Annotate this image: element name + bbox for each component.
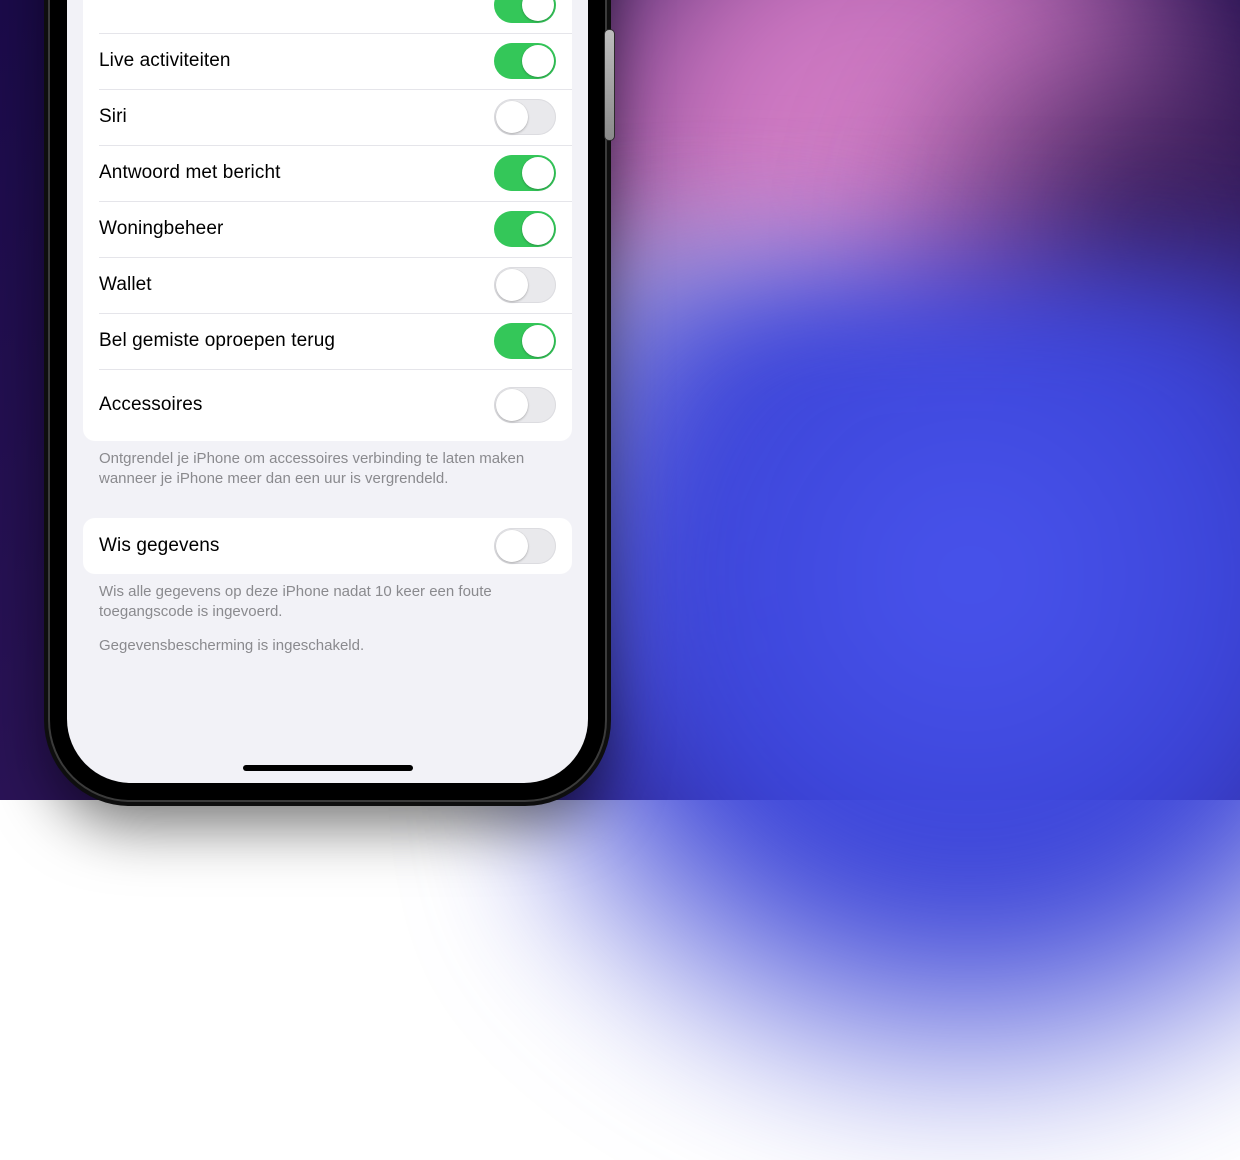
settings-row-label: Live activiteiten: [99, 50, 231, 72]
settings-row-label: Bel gemiste oproepen terug: [99, 330, 335, 352]
toggle[interactable]: [494, 267, 556, 303]
toggle[interactable]: [494, 323, 556, 359]
settings-row-wallet[interactable]: Wallet: [83, 257, 572, 313]
home-indicator[interactable]: [243, 765, 413, 771]
phone-screen: Live activiteiten Siri Antwoord met beri…: [67, 0, 588, 783]
settings-row-accessories[interactable]: Accessoires: [83, 369, 572, 441]
toggle[interactable]: [494, 155, 556, 191]
settings-group-footer: Wis alle gegevens op deze iPhone nadat 1…: [83, 574, 572, 623]
settings-group-erase: Wis gegevens: [83, 518, 572, 574]
settings-row-siri[interactable]: Siri: [83, 89, 572, 145]
settings-row-label: Woningbeheer: [99, 218, 223, 240]
settings-group-footer: Gegevensbescherming is ingeschakeld.: [83, 622, 572, 656]
toggle[interactable]: [494, 528, 556, 564]
settings-row-home-control[interactable]: Woningbeheer: [83, 201, 572, 257]
settings-list: Live activiteiten Siri Antwoord met beri…: [67, 0, 588, 776]
toggle[interactable]: [494, 0, 556, 23]
toggle[interactable]: [494, 43, 556, 79]
settings-row-reply-with-message[interactable]: Antwoord met bericht: [83, 145, 572, 201]
settings-row-live-activities[interactable]: Live activiteiten: [83, 33, 572, 89]
settings-row-return-missed-calls[interactable]: Bel gemiste oproepen terug: [83, 313, 572, 369]
settings-row-cutoff[interactable]: [83, 0, 572, 33]
phone-side-button: [605, 30, 614, 140]
toggle[interactable]: [494, 211, 556, 247]
toggle[interactable]: [494, 99, 556, 135]
settings-row-erase-data[interactable]: Wis gegevens: [83, 518, 572, 574]
settings-row-label: Antwoord met bericht: [99, 162, 281, 184]
settings-row-label: Siri: [99, 106, 127, 128]
settings-row-label: Accessoires: [99, 394, 203, 416]
phone-frame: Live activiteiten Siri Antwoord met beri…: [50, 0, 605, 800]
settings-row-label: Wallet: [99, 274, 152, 296]
settings-group-footer: Ontgrendel je iPhone om accessoires verb…: [83, 441, 572, 490]
toggle[interactable]: [494, 387, 556, 423]
settings-row-label: Wis gegevens: [99, 535, 220, 557]
settings-group-lockscreen: Live activiteiten Siri Antwoord met beri…: [83, 0, 572, 441]
